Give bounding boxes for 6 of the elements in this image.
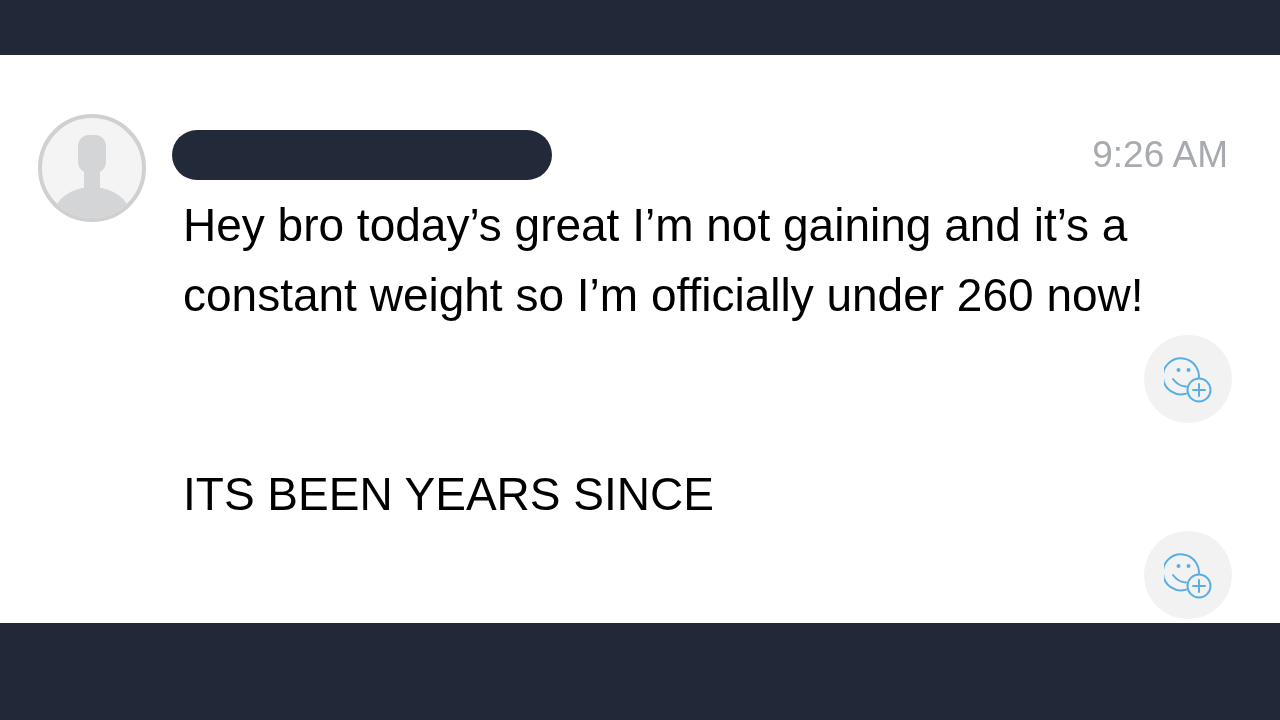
message-time: 9:26 AM	[1092, 132, 1228, 177]
smiley-plus-icon	[1164, 355, 1212, 403]
avatar-icon	[38, 114, 146, 222]
message-text: ITS BEEN YEARS SINCE	[183, 467, 715, 522]
message-text: Hey bro today’s great I’m not gaining and it’s a constant weight so I’m officially under 260 now!	[183, 198, 1145, 323]
smiley-plus-icon	[1164, 551, 1212, 599]
